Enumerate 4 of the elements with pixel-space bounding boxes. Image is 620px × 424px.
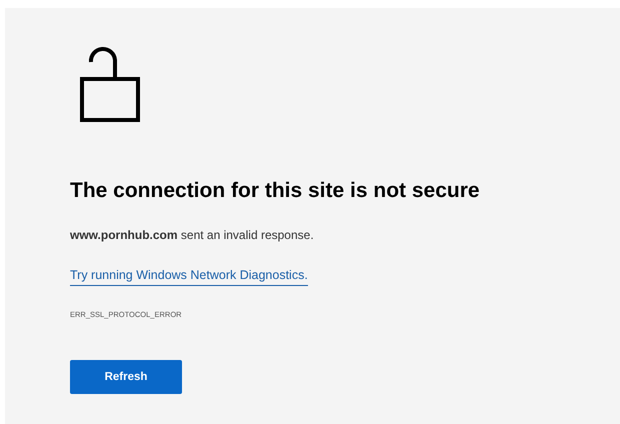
diagnostics-link[interactable]: Try running Windows Network Diagnostics. bbox=[70, 266, 308, 286]
refresh-button[interactable]: Refresh bbox=[70, 360, 182, 394]
error-message: www.pornhub.com sent an invalid response. bbox=[70, 227, 315, 244]
error-heading: The connection for this site is not secure bbox=[70, 178, 481, 204]
